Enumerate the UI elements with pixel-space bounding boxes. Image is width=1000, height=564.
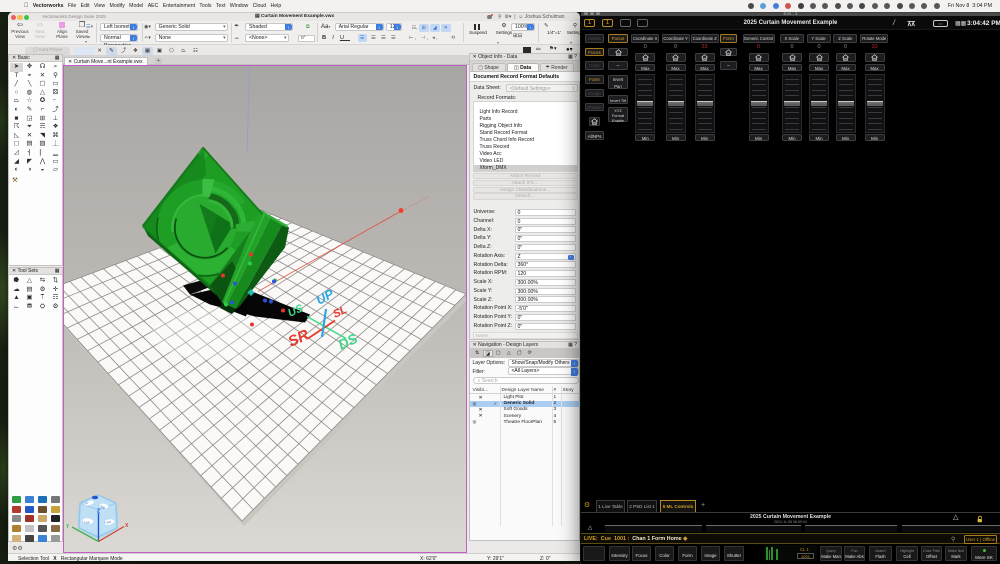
svg-text:Left: Left <box>83 520 89 525</box>
